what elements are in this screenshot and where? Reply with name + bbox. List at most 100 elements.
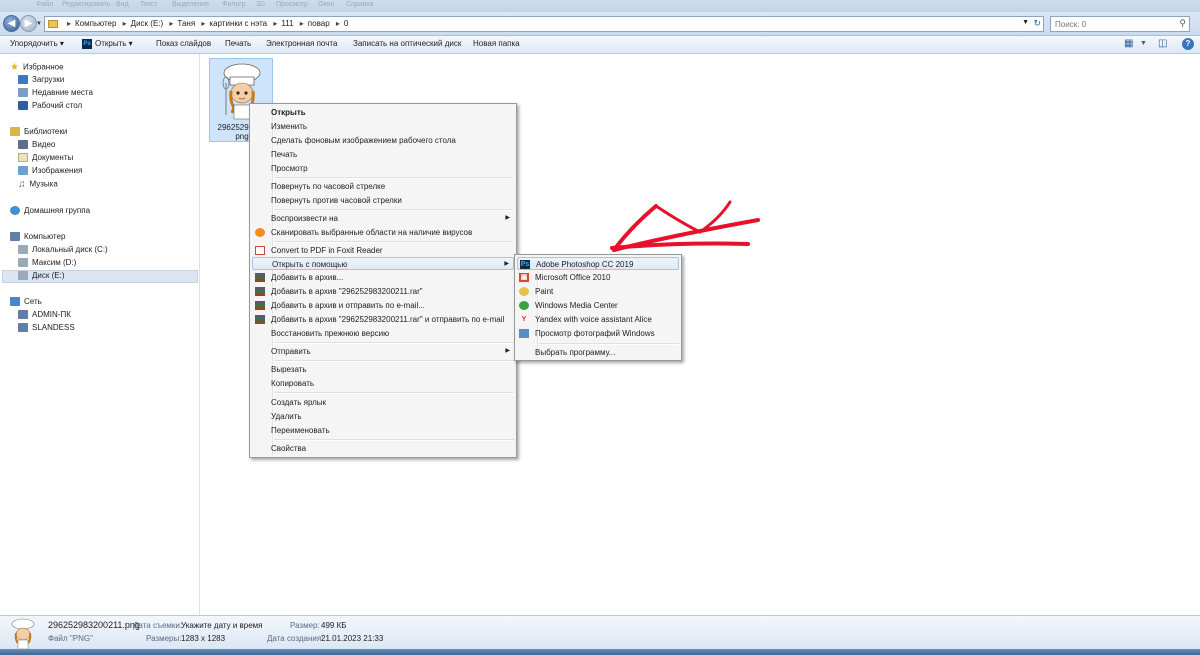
menu-delete[interactable]: Удалить <box>252 410 514 423</box>
app-choose-program[interactable]: Выбрать программу... <box>517 346 679 359</box>
crumb[interactable]: 0 <box>344 19 348 28</box>
menu-separator <box>274 342 514 344</box>
slideshow-button[interactable]: Показ слайдов <box>156 39 211 48</box>
app-label: Просмотр фотографий Windows <box>535 329 655 338</box>
crumb[interactable]: 111 <box>281 19 293 28</box>
nav-music[interactable]: ♫ Музыка <box>18 179 58 190</box>
menu-rotate-cw[interactable]: Повернуть по часовой стрелке <box>252 180 514 193</box>
menu-item[interactable]: 3D <box>256 1 265 8</box>
menu-rename[interactable]: Переименовать <box>252 424 514 437</box>
address-input[interactable]: ▸ Компьютер ▸ Диск (E:) ▸ Таня ▸ картинки с … <box>44 16 1044 32</box>
menu-add-archive[interactable]: Добавить в архив... <box>252 271 514 284</box>
breadcrumb: ▸ Компьютер ▸ Диск (E:) ▸ Таня ▸ картинки с … <box>67 19 349 28</box>
navigation-pane: ★ Избранное Загрузки Недавние места Рабоч… <box>0 54 200 615</box>
menu-separator <box>539 343 679 345</box>
menu-send-to[interactable]: Отправить ▶ <box>252 345 514 358</box>
menu-create-shortcut[interactable]: Создать ярлык <box>252 396 514 409</box>
nav-drive-d[interactable]: Максим (D:) <box>18 258 76 268</box>
nav-libraries[interactable]: Библиотеки <box>10 127 67 137</box>
winrar-icon <box>255 301 265 310</box>
menu-bar: Файл Редактировать Вид Текст Выделение Ф… <box>0 0 1200 12</box>
forward-button[interactable]: ▶ <box>20 15 37 32</box>
open-with-submenu: Ps Adobe Photoshop CC 2019 ▣ Microsoft Off… <box>514 254 682 361</box>
menu-item[interactable]: Окно <box>318 1 334 8</box>
menu-preview[interactable]: Просмотр <box>252 162 514 175</box>
paint-icon <box>519 287 529 296</box>
organize-button[interactable]: Упорядочить ▾ <box>10 39 64 48</box>
preview-pane-icon[interactable]: ◫ <box>1158 38 1167 49</box>
view-options-icon[interactable]: ▦ <box>1124 38 1133 49</box>
menu-convert-pdf[interactable]: Convert to PDF in Foxit Reader <box>252 244 514 257</box>
menu-item[interactable]: Выделение <box>172 1 209 8</box>
search-input[interactable] <box>1051 17 1169 31</box>
crumb[interactable]: Компьютер <box>75 19 116 28</box>
crumb[interactable]: повар <box>308 19 330 28</box>
details-date-taken-value[interactable]: Укажите дату и время <box>181 621 263 630</box>
nav-computer[interactable]: Компьютер <box>10 232 65 242</box>
menu-add-email[interactable]: Добавить в архив и отправить по e-mail..… <box>252 299 514 312</box>
search-box[interactable]: ⚲ <box>1050 16 1190 32</box>
app-yandex[interactable]: Y Yandex with voice assistant Alice <box>517 313 679 326</box>
search-icon[interactable]: ⚲ <box>1179 18 1186 29</box>
address-dropdown-icon[interactable]: ▼ <box>1022 19 1029 26</box>
app-label: Adobe Photoshop CC 2019 <box>536 260 634 269</box>
recent-pages-dropdown-icon[interactable]: ▼ <box>36 21 42 27</box>
nav-network[interactable]: Сеть <box>10 297 42 307</box>
nav-favorites[interactable]: ★ Избранное <box>10 62 64 73</box>
app-media-center[interactable]: Windows Media Center <box>517 299 679 312</box>
menu-open[interactable]: Открыть <box>252 106 514 119</box>
menu-properties[interactable]: Свойства <box>252 442 514 455</box>
menu-set-wallpaper[interactable]: Сделать фоновым изображением рабочего ст… <box>252 134 514 147</box>
nav-downloads[interactable]: Загрузки <box>18 75 65 85</box>
nav-video[interactable]: Видео <box>18 140 55 150</box>
crumb[interactable]: картинки с нэта <box>209 19 267 28</box>
back-button[interactable]: ◀ <box>3 15 20 32</box>
nav-label: Загрузки <box>32 75 65 84</box>
crumb[interactable]: Таня <box>177 19 195 28</box>
media-center-icon <box>519 301 529 310</box>
app-photo-viewer[interactable]: Просмотр фотографий Windows <box>517 327 679 340</box>
menu-item[interactable]: Справка <box>346 1 373 8</box>
nav-drive-e[interactable]: Диск (E:) <box>18 271 65 281</box>
nav-pictures[interactable]: Изображения <box>18 166 82 176</box>
app-office[interactable]: ▣ Microsoft Office 2010 <box>517 271 679 284</box>
menu-restore-version[interactable]: Восстановить прежнюю версию <box>252 327 514 340</box>
refresh-icon[interactable]: ↻ <box>1033 18 1041 29</box>
view-dropdown-icon[interactable]: ▼ <box>1140 40 1147 47</box>
menu-item[interactable]: Файл <box>36 1 53 8</box>
menu-add-to-rar[interactable]: Добавить в архив "296252983200211.rar" <box>252 285 514 298</box>
app-paint[interactable]: Paint <box>517 285 679 298</box>
open-button[interactable]: Ps Открыть ▾ <box>82 39 133 49</box>
nav-slandess[interactable]: SLANDESS <box>18 323 75 333</box>
menu-open-with[interactable]: Открыть с помощью ▶ <box>252 257 514 270</box>
nav-homegroup[interactable]: Домашняя группа <box>10 206 90 216</box>
crumb[interactable]: Диск (E:) <box>131 19 164 28</box>
menu-scan-viruses[interactable]: Сканировать выбранные области на наличие… <box>252 226 514 239</box>
desktop-icon <box>18 101 28 111</box>
print-button[interactable]: Печать <box>225 39 251 48</box>
red-arrow-annotation <box>610 200 760 252</box>
menu-edit[interactable]: Изменить <box>252 120 514 133</box>
new-folder-button[interactable]: Новая папка <box>473 39 520 48</box>
help-icon[interactable]: ? <box>1182 38 1194 50</box>
menu-item[interactable]: Вид <box>116 1 129 8</box>
nav-admin-pc[interactable]: ADMIN-ПК <box>18 310 71 320</box>
nav-drive-c[interactable]: Локальный диск (C:) <box>18 245 108 255</box>
nav-recent[interactable]: Недавние места <box>18 88 93 98</box>
nav-documents[interactable]: Документы <box>18 153 73 163</box>
menu-cut[interactable]: Вырезать <box>252 363 514 376</box>
email-button[interactable]: Электронная почта <box>266 39 337 48</box>
menu-rotate-ccw[interactable]: Повернуть против часовой стрелки <box>252 194 514 207</box>
menu-add-rar-email[interactable]: Добавить в архив "296252983200211.rar" и… <box>252 313 514 326</box>
photo-viewer-icon <box>519 329 529 338</box>
nav-desktop[interactable]: Рабочий стол <box>18 101 82 111</box>
menu-item[interactable]: Редактировать <box>62 1 110 8</box>
burn-button[interactable]: Записать на оптический диск <box>353 39 461 48</box>
menu-item[interactable]: Просмотр <box>276 1 308 8</box>
menu-separator <box>274 177 514 179</box>
menu-item[interactable]: Фильтр <box>222 1 246 8</box>
menu-play-to[interactable]: Воспроизвести на ▶ <box>252 212 514 225</box>
menu-copy[interactable]: Копировать <box>252 377 514 390</box>
menu-print[interactable]: Печать <box>252 148 514 161</box>
menu-item[interactable]: Текст <box>140 1 158 8</box>
